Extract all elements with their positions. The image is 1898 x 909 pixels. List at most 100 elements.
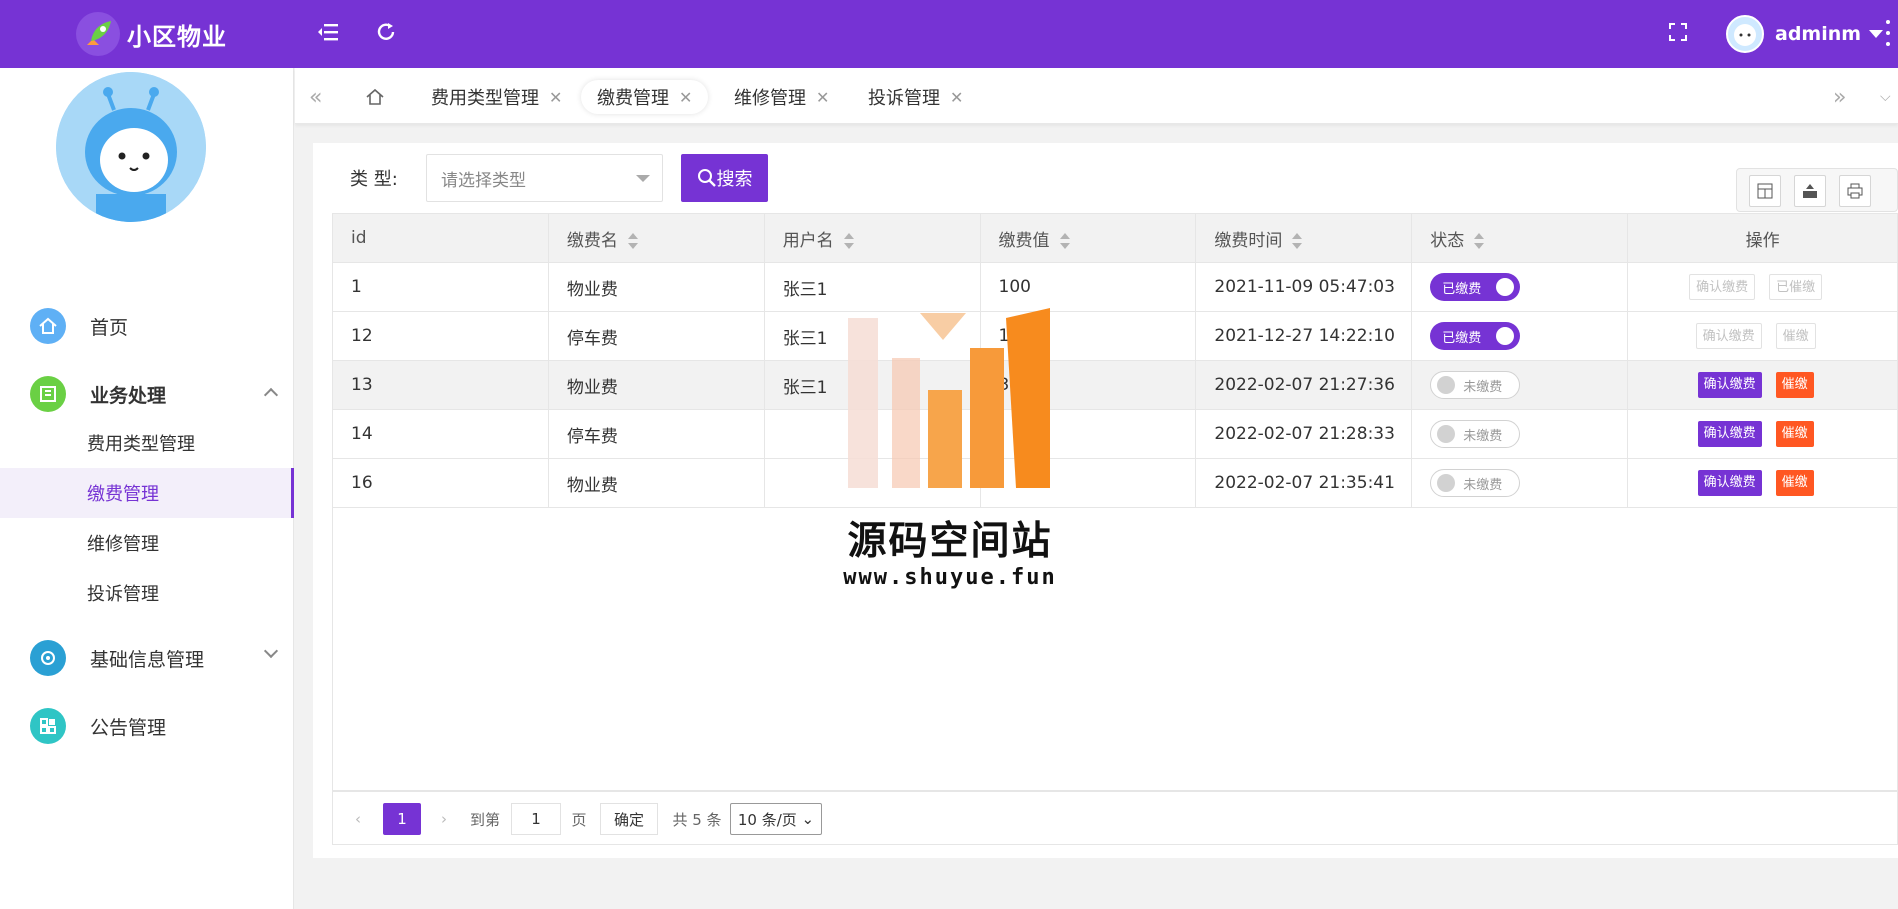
header-label: 用户名	[782, 230, 834, 251]
print-icon[interactable]	[1839, 175, 1871, 207]
menu-collapse-icon[interactable]	[314, 18, 342, 46]
column-header-name[interactable]: 缴费名	[547, 213, 765, 263]
close-icon[interactable]: ✕	[950, 88, 963, 107]
cell-value	[979, 409, 1197, 459]
cell-status: 未缴费	[1411, 360, 1629, 410]
tabs-scroll-left-icon[interactable]: «	[309, 80, 322, 114]
type-select[interactable]: 请选择类型	[426, 154, 663, 202]
goto-label: 到第	[469, 810, 500, 829]
page-size-select[interactable]: 10 条/页 ⌄	[730, 803, 822, 835]
prev-page-icon[interactable]: ‹	[347, 803, 369, 835]
status-toggle[interactable]: 未缴费	[1430, 420, 1521, 448]
status-toggle[interactable]: 未缴费	[1430, 469, 1521, 497]
status-toggle[interactable]: 已缴费	[1430, 273, 1521, 301]
table-row: 13 物业费 张三1 3 2022-02-07 21:27:36 未缴费 确认缴…	[332, 360, 1898, 410]
tabs-scroll-right-icon[interactable]: »	[1833, 80, 1846, 114]
sidebar-item-repair[interactable]: 维修管理	[0, 518, 294, 568]
column-header-status[interactable]: 状态	[1411, 213, 1629, 263]
app-title: 小区物业	[127, 23, 227, 51]
cell-status: 已缴费	[1411, 311, 1629, 361]
tab-label: 投诉管理	[868, 88, 940, 109]
remind-button: 催缴	[1775, 323, 1816, 349]
sidebar-item-home[interactable]: 首页	[30, 292, 294, 360]
cell-value: 100	[979, 311, 1197, 361]
status-label: 未缴费	[1463, 379, 1503, 395]
confirm-payment-button: 确认缴费	[1689, 274, 1756, 300]
remind-button[interactable]: 催缴	[1775, 421, 1814, 447]
cell-id: 13	[332, 360, 549, 410]
tab-payment[interactable]: 缴费管理 ✕	[581, 80, 709, 114]
sort-icon[interactable]	[627, 232, 638, 249]
remind-button[interactable]: 催缴	[1775, 470, 1814, 496]
confirm-payment-button[interactable]: 确认缴费	[1697, 470, 1762, 496]
sidebar-item-basic-info[interactable]: 基础信息管理	[30, 624, 294, 692]
header-label: 操作	[1745, 230, 1780, 251]
sidebar-nav-bottom: 基础信息管理 公告管理	[30, 624, 294, 760]
sort-icon[interactable]	[1059, 232, 1070, 249]
cell-actions: 确认缴费 催缴	[1627, 311, 1898, 361]
status-toggle[interactable]: 未缴费	[1430, 371, 1521, 399]
goto-page-input[interactable]: 1	[511, 803, 561, 835]
sidebar-item-notice[interactable]: 公告管理	[30, 692, 294, 760]
cell-user: 张三1	[763, 311, 981, 361]
column-header-actions: 操作	[1627, 213, 1898, 263]
table-row: 1 物业费 张三1 100 2021-11-09 05:47:03 已缴费 确认…	[332, 262, 1898, 312]
refresh-icon[interactable]	[372, 18, 400, 46]
chevron-down-icon	[1869, 30, 1884, 38]
cell-value: 3	[979, 360, 1197, 410]
tab-label: 费用类型管理	[431, 88, 539, 109]
column-header-user[interactable]: 用户名	[763, 213, 981, 263]
cell-id: 12	[332, 311, 549, 361]
status-label: 已缴费	[1442, 330, 1482, 346]
page-current[interactable]: 1	[383, 803, 421, 835]
table-row: 16 物业费 2022-02-07 21:35:41 未缴费 确认缴费 催缴	[332, 458, 1898, 508]
sidebar-subnav: 费用类型管理 缴费管理 维修管理 投诉管理	[0, 418, 294, 618]
table-header-row: id 缴费名 用户名 缴费值 缴费时间 状态 操作	[332, 213, 1898, 263]
user-menu[interactable]: adminm	[1726, 14, 1884, 54]
tab-repair[interactable]: 维修管理 ✕	[734, 80, 829, 114]
close-icon[interactable]: ✕	[816, 88, 829, 107]
cell-name: 物业费	[547, 458, 765, 508]
close-icon[interactable]: ✕	[679, 88, 692, 107]
sidebar-item-payment[interactable]: 缴费管理	[0, 468, 294, 518]
confirm-payment-button[interactable]: 确认缴费	[1697, 372, 1762, 398]
confirm-payment-button[interactable]: 确认缴费	[1697, 421, 1762, 447]
sidebar-nav: 首页 业务处理	[30, 292, 294, 428]
columns-icon[interactable]	[1749, 175, 1781, 207]
sort-icon[interactable]	[1292, 232, 1303, 249]
tab-fee-type[interactable]: 费用类型管理 ✕	[431, 80, 562, 114]
tab-complaint[interactable]: 投诉管理 ✕	[868, 80, 963, 114]
column-header-value[interactable]: 缴费值	[979, 213, 1197, 263]
sidebar-item-label: 首页	[90, 316, 129, 339]
goto-confirm-button[interactable]: 确定	[600, 803, 658, 835]
home-tab-icon[interactable]	[365, 80, 385, 114]
sidebar-item-fee-type[interactable]: 费用类型管理	[0, 418, 294, 468]
status-toggle[interactable]: 已缴费	[1430, 322, 1521, 350]
top-bar: 小区物业 adminm	[0, 0, 1898, 68]
search-icon	[697, 169, 716, 187]
tabs-dropdown-icon[interactable]: ⌵	[1880, 80, 1891, 114]
sort-icon[interactable]	[1474, 232, 1485, 249]
chevron-down-icon	[263, 643, 279, 659]
business-icon	[30, 376, 66, 412]
cell-name: 停车费	[547, 409, 765, 459]
cell-time: 2022-02-07 21:27:36	[1195, 360, 1413, 410]
search-button[interactable]: 搜索	[681, 154, 768, 202]
header-label: 缴费名	[566, 230, 618, 251]
fullscreen-icon[interactable]	[1664, 18, 1692, 46]
column-header-id: id	[332, 213, 549, 263]
sort-icon[interactable]	[843, 232, 854, 249]
column-header-time[interactable]: 缴费时间	[1195, 213, 1413, 263]
cell-actions: 确认缴费 催缴	[1627, 360, 1898, 410]
confirm-payment-button: 确认缴费	[1695, 323, 1762, 349]
next-page-icon[interactable]: ›	[433, 803, 455, 835]
cell-name: 物业费	[547, 360, 765, 410]
sidebar-item-complaint[interactable]: 投诉管理	[0, 568, 294, 618]
cell-status: 未缴费	[1411, 458, 1629, 508]
tab-label: 维修管理	[734, 88, 806, 109]
more-icon[interactable]	[1886, 20, 1890, 46]
table-row: 14 停车费 2022-02-07 21:28:33 未缴费 确认缴费 催缴	[332, 409, 1898, 459]
remind-button[interactable]: 催缴	[1775, 372, 1814, 398]
export-icon[interactable]	[1794, 175, 1826, 207]
close-icon[interactable]: ✕	[549, 88, 562, 107]
